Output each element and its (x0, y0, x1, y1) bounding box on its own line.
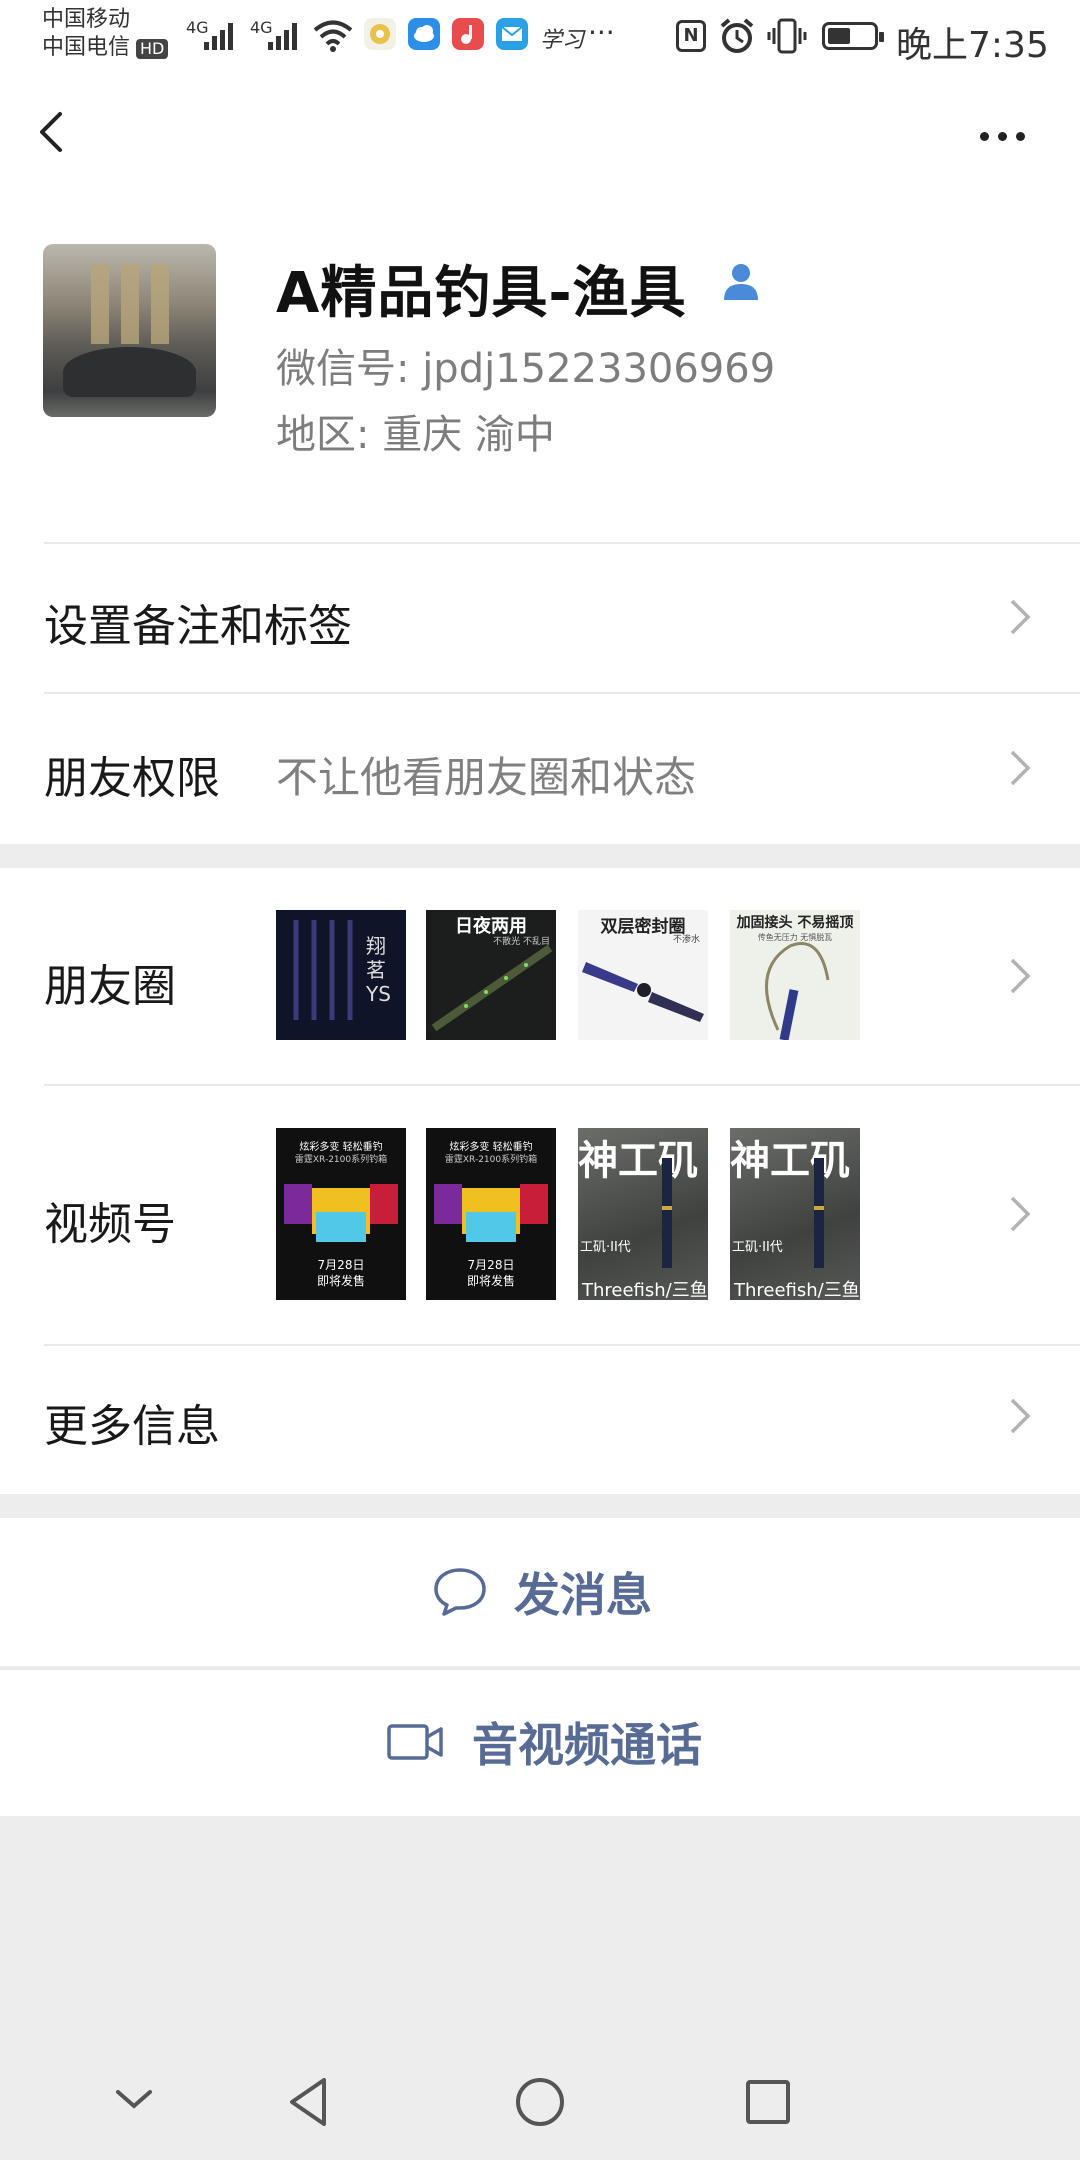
permissions-value: 不让他看朋友圈和状态 (276, 753, 697, 802)
top-nav-bar (0, 76, 1080, 196)
carrier-1: 中国移动 (42, 7, 131, 32)
channels-thumbnail-3: 神工矶 工矶·II代 Threefish/三鱼 (578, 1128, 708, 1300)
vibrate-icon (767, 18, 807, 54)
v4-brand: Threefish/三鱼 (734, 1280, 860, 1300)
signal-icon-2 (268, 23, 297, 50)
send-message-label: 发消息 (514, 1568, 652, 1622)
moments-row[interactable]: 朋友圈 翔茗YS 日夜两用 不散光 不乱目 双层密封圈 不渗水 加固接头 不易摇… (0, 868, 1080, 1084)
clock: 晚上7:35 (896, 25, 1049, 66)
back-button[interactable] (30, 106, 90, 166)
carrier-2: 中国电信 (42, 35, 131, 60)
moments-label: 朋友圈 (44, 961, 176, 1012)
hide-keyboard-icon[interactable] (112, 2082, 156, 2118)
alarm-icon (720, 18, 754, 53)
moments-thumbnail-4: 加固接头 不易摇顶 传鱼无压力 无惧脱瓦 (730, 910, 860, 1040)
channels-thumbnail-1: 炫彩多变 轻松垂钓 雷霆XR-2100系列钓箱 7月28日 即将发售 (276, 1128, 406, 1300)
signal-icon-1 (204, 23, 233, 50)
remark-label: 设置备注和标签 (44, 601, 352, 652)
more-notifications-icon: ··· (588, 16, 615, 49)
status-bar: 中国移动 中国电信 HD 4G 4G 学习 ··· N 晚上7:35 (0, 0, 1080, 76)
moments-thumbnail-3: 双层密封圈 不渗水 (578, 910, 708, 1040)
battery-icon (822, 22, 884, 50)
person-icon (724, 264, 758, 300)
more-options-button[interactable] (972, 116, 1032, 156)
channels-thumbnail-2: 炫彩多变 轻松垂钓 雷霆XR-2100系列钓箱 7月28日 即将发售 (426, 1128, 556, 1300)
app-notification-icon-1 (364, 18, 396, 50)
v1-date: 7月28日 (317, 1258, 365, 1272)
v3-mid: 工矶·II代 (580, 1240, 631, 1255)
profile-header: A精品钓具-渔具 微信号: jpdj15223306969 地区: 重庆 渝中 (0, 196, 1080, 542)
channels-label: 视频号 (44, 1199, 176, 1250)
system-navigation-bar (0, 2040, 1080, 2160)
cloud-app-icon (408, 18, 440, 50)
friend-permissions-row[interactable]: 朋友权限 不让他看朋友圈和状态 (0, 692, 1080, 844)
set-remark-and-tags-row[interactable]: 设置备注和标签 (0, 542, 1080, 692)
contact-name: A精品钓具-渔具 (276, 261, 687, 326)
avatar[interactable] (43, 244, 216, 417)
chat-bubble-icon (434, 1568, 486, 1616)
mail-app-icon (496, 18, 528, 50)
channels-row[interactable]: 视频号 炫彩多变 轻松垂钓 雷霆XR-2100系列钓箱 7月28日 即将发售 炫… (0, 1084, 1080, 1344)
video-camera-icon (387, 1724, 443, 1760)
chevron-right-icon (1010, 1398, 1031, 1434)
v3-brand: Threefish/三鱼 (582, 1280, 708, 1300)
video-call-button[interactable]: 音视频通话 (0, 1668, 1080, 1816)
send-message-button[interactable]: 发消息 (0, 1518, 1080, 1666)
music-app-icon (452, 18, 484, 50)
v1-release: 即将发售 (316, 1274, 365, 1288)
more-info-label: 更多信息 (44, 1401, 220, 1452)
recent-apps-square-icon[interactable] (742, 2076, 794, 2128)
channels-thumbnail-4: 神工矶 工矶·II代 Threefish/三鱼 (730, 1128, 860, 1300)
permissions-label: 朋友权限 (44, 753, 220, 804)
v4-mid: 工矶·II代 (732, 1240, 783, 1255)
wifi-icon (313, 20, 353, 52)
nfc-icon: N (676, 20, 706, 52)
hd-badge: HD (136, 39, 169, 59)
more-info-row[interactable]: 更多信息 (0, 1344, 1080, 1494)
more-dots-icon (980, 132, 989, 141)
carrier-info: 中国移动 中国电信 HD (42, 6, 169, 62)
moments-thumbnail-1: 翔茗YS (276, 910, 406, 1040)
study-app-text: 学习 (540, 28, 585, 53)
video-call-label: 音视频通话 (472, 1718, 702, 1772)
home-circle-icon[interactable] (512, 2074, 568, 2130)
back-triangle-icon[interactable] (282, 2074, 338, 2130)
back-arrow-icon (40, 112, 62, 152)
wechat-id: 微信号: jpdj15223306969 (276, 346, 776, 392)
v2-date: 7月28日 (467, 1258, 515, 1272)
v2-release: 即将发售 (466, 1274, 515, 1288)
moments-thumbnail-2: 日夜两用 不散光 不乱目 (426, 910, 556, 1040)
thumb-1-text: 翔茗YS (366, 934, 391, 1006)
chevron-right-icon (1010, 599, 1031, 635)
chevron-right-icon (1010, 1196, 1031, 1232)
chevron-right-icon (1010, 958, 1031, 994)
region: 地区: 重庆 渝中 (276, 412, 555, 458)
chevron-right-icon (1010, 750, 1031, 786)
